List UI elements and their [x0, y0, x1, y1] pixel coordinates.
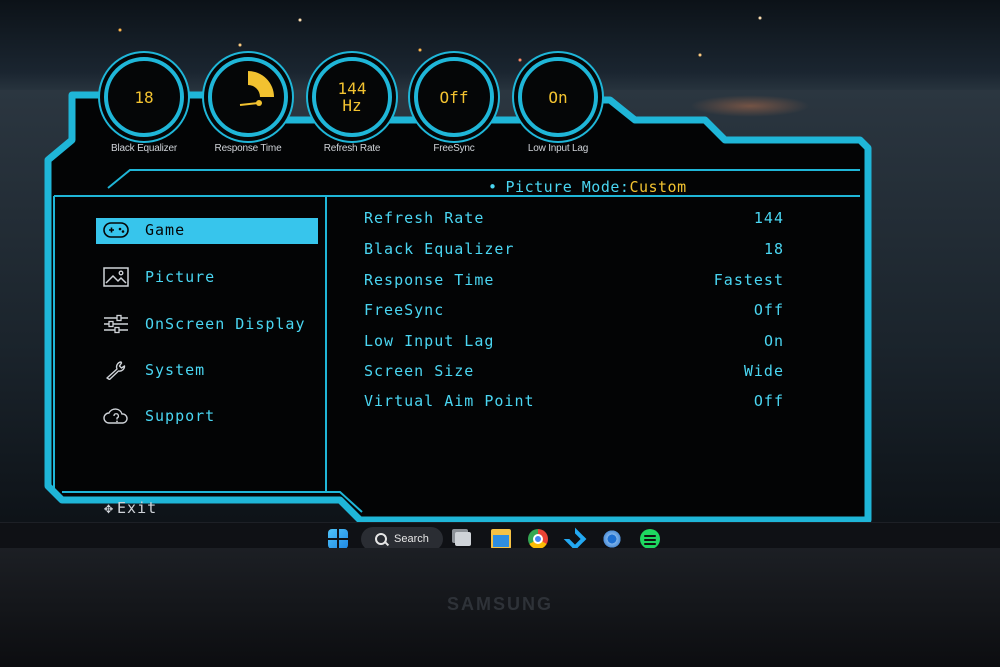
setting-name: Virtual Aim Point — [364, 392, 535, 410]
dial-label: Low Input Lag — [527, 143, 589, 154]
menu-item-label: Game — [145, 221, 186, 239]
setting-row-response-time[interactable]: Response Time Fastest — [364, 271, 784, 293]
file-explorer-icon[interactable] — [491, 529, 511, 549]
setting-value: 18 — [763, 240, 784, 258]
chrome-icon[interactable] — [528, 529, 548, 549]
help-cloud-icon — [103, 408, 128, 424]
image-icon — [103, 267, 129, 287]
dial-label: FreeSync — [433, 143, 475, 154]
brand-logo: SAMSUNG — [446, 594, 553, 614]
dial-label: Response Time — [214, 143, 282, 154]
task-view-icon[interactable] — [455, 532, 471, 546]
picture-mode-label: Picture Mode: — [505, 178, 630, 196]
setting-row-screen-size[interactable]: Screen Size Wide — [364, 362, 784, 384]
menu-item-system[interactable]: System — [96, 358, 318, 384]
exit-button[interactable]: ✥ Exit — [104, 499, 157, 517]
menu-item-onscreen-display[interactable]: OnScreen Display — [96, 312, 318, 338]
dial-value: Off — [439, 87, 469, 107]
menu-item-label: OnScreen Display — [145, 315, 306, 333]
joystick-arrows-icon: ✥ — [104, 499, 115, 517]
setting-value: Off — [753, 301, 784, 319]
dial-label: Black Equalizer — [111, 143, 177, 154]
dial-low-input-lag: On — [518, 57, 598, 137]
setting-value: Off — [753, 392, 784, 410]
setting-name: FreeSync — [364, 301, 445, 319]
setting-value: Wide — [743, 362, 784, 380]
exit-label: Exit — [117, 499, 158, 517]
dial-value: 144 Hz — [337, 79, 367, 115]
setting-value: On — [763, 332, 784, 350]
dial-value: 18 — [134, 87, 154, 107]
dial-value: On — [548, 87, 568, 107]
menu-item-label: System — [145, 361, 206, 379]
setting-name: Response Time — [364, 271, 495, 289]
setting-value: 144 — [753, 209, 784, 227]
menu-item-label: Support — [145, 407, 216, 425]
dial-label: Refresh Rate — [323, 143, 381, 154]
search-icon — [375, 533, 387, 545]
menu-item-picture[interactable]: Picture — [96, 265, 318, 291]
setting-row-low-input-lag[interactable]: Low Input Lag On — [364, 332, 784, 354]
menu-item-support[interactable]: Support — [96, 404, 318, 430]
dial-response-time — [208, 57, 288, 137]
spotify-icon[interactable] — [640, 529, 660, 549]
setting-name: Screen Size — [364, 362, 475, 380]
background-reflection — [690, 95, 810, 117]
dial-refresh-rate: 144 Hz — [312, 57, 392, 137]
settings-gear-icon[interactable] — [602, 529, 622, 549]
dial-black-equalizer: 18 — [104, 57, 184, 137]
menu-item-game[interactable]: Game — [96, 218, 318, 244]
vscode-icon[interactable] — [565, 529, 585, 549]
dial-freesync: Off — [414, 57, 494, 137]
wrench-icon — [106, 361, 126, 380]
setting-row-refresh-rate[interactable]: Refresh Rate 144 — [364, 209, 784, 231]
sliders-icon — [104, 314, 128, 334]
menu-item-label: Picture — [145, 268, 216, 286]
setting-name: Black Equalizer — [364, 240, 515, 258]
setting-row-virtual-aim-point[interactable]: Virtual Aim Point Off — [364, 392, 784, 414]
picture-mode-value: Custom — [629, 178, 687, 196]
setting-name: Low Input Lag — [364, 332, 495, 350]
picture-mode-indicator: • Picture Mode:Custom — [488, 178, 687, 196]
windows-start-icon[interactable] — [328, 529, 348, 549]
setting-row-freesync[interactable]: FreeSync Off — [364, 301, 784, 323]
setting-value: Fastest — [713, 271, 784, 289]
bullet-icon: • — [488, 178, 498, 196]
setting-row-black-equalizer[interactable]: Black Equalizer 18 — [364, 240, 784, 262]
setting-name: Refresh Rate — [364, 209, 485, 227]
gamepad-icon — [103, 222, 129, 238]
response-time-gauge-icon — [239, 71, 274, 106]
